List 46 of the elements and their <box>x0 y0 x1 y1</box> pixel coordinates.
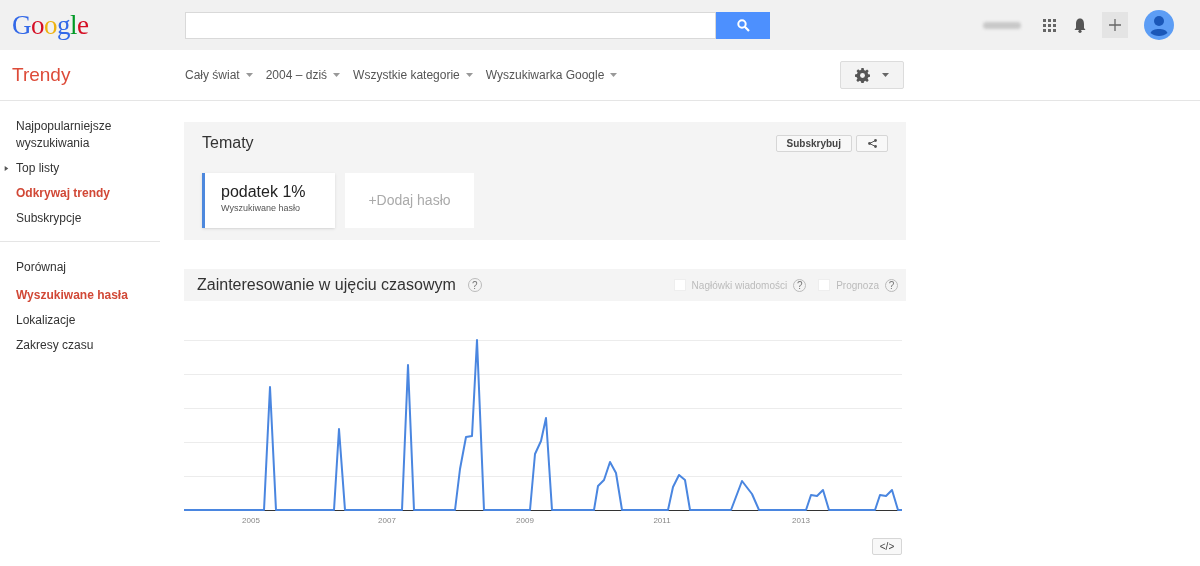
add-button[interactable] <box>1102 12 1128 38</box>
axis-label: 2013 <box>792 515 810 527</box>
sidebar-link[interactable]: Najpopularniejsze wyszukiwania <box>16 118 156 152</box>
term-type: Wyszukiwane hasło <box>221 202 301 215</box>
panel-title: Zainteresowanie w ujęciu czasowym <box>197 275 456 295</box>
settings-button[interactable] <box>840 61 904 89</box>
share-button[interactable] <box>856 134 888 152</box>
term-card[interactable]: podatek 1% Wyszukiwane hasło <box>202 173 335 228</box>
google-logo[interactable]: Google <box>12 9 89 40</box>
sidebar-link[interactable]: Odkrywaj trendy <box>16 185 156 202</box>
embed-button[interactable]: </> <box>872 538 902 555</box>
filter-dropdown[interactable]: Wyszukiwarka Google <box>485 66 618 84</box>
blurred-account-name <box>983 21 1021 29</box>
filter-dropdown[interactable]: Wszystkie kategorie <box>353 66 473 84</box>
axis-label: 2005 <box>242 515 260 527</box>
term-name: podatek 1% <box>221 182 307 202</box>
app-title: Trendy <box>12 63 71 85</box>
bell-icon[interactable] <box>1074 17 1086 33</box>
sidebar-link[interactable]: Wyszukiwane hasła <box>16 287 156 304</box>
plus-icon <box>1109 19 1121 31</box>
axis-label: 2009 <box>516 515 534 527</box>
search-button[interactable] <box>716 11 770 39</box>
caret-icon <box>333 73 341 77</box>
search-field[interactable] <box>185 11 716 39</box>
sidebar-link[interactable]: Subskrypcje <box>16 210 156 227</box>
caret-right-icon[interactable] <box>4 165 9 172</box>
search-icon <box>736 18 750 32</box>
subscribe-button[interactable]: Subskrybuj <box>775 134 852 152</box>
caret-icon <box>245 73 253 77</box>
section-heading: Porównaj <box>15 259 68 276</box>
caret-icon <box>465 73 473 77</box>
apps-grid-icon[interactable] <box>1043 18 1056 32</box>
axis-label: 2007 <box>378 515 396 527</box>
checkbox-label: Prognoza <box>836 278 879 293</box>
axis-label: 2011 <box>653 515 671 527</box>
share-icon <box>867 138 877 148</box>
caret-icon <box>610 73 618 77</box>
filter-dropdown[interactable]: Cały świat <box>185 66 253 84</box>
filter-dropdown[interactable]: 2004 – dziś <box>265 66 341 84</box>
sidebar-link[interactable]: Zakresy czasu <box>16 337 156 354</box>
sidebar-link[interactable]: Top listy <box>16 160 156 177</box>
gear-icon <box>855 67 870 83</box>
caret-icon <box>882 73 889 77</box>
panel-title: Tematy <box>202 133 254 153</box>
avatar-icon[interactable] <box>1144 10 1174 40</box>
sidebar-link[interactable]: Lokalizacje <box>16 312 156 329</box>
